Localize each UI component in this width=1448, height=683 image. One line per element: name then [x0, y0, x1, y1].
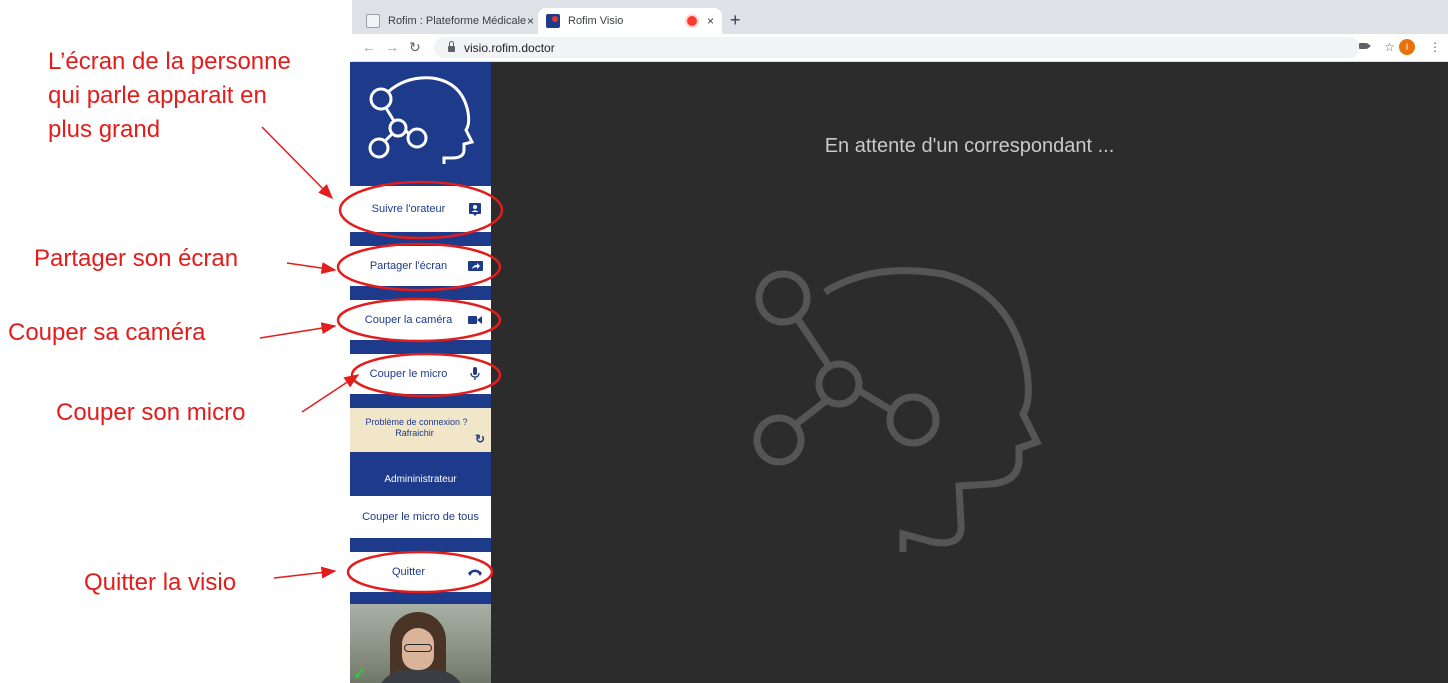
- lock-icon: [448, 41, 455, 52]
- admin-section-header: Admininistrateur: [350, 462, 491, 496]
- placeholder-head-logo: [753, 262, 1043, 552]
- sidebar: Suivre l'orateur Partager l'écran Couper…: [350, 62, 491, 683]
- mute-micro-button[interactable]: Couper le micro: [350, 354, 491, 394]
- star-icon[interactable]: ☆: [1384, 40, 1395, 54]
- tab-strip: Rofim : Plateforme Médicale, T × Rofim V…: [352, 0, 1448, 34]
- follow-speaker-button[interactable]: Suivre l'orateur: [350, 186, 491, 232]
- annotation-camera: Couper sa caméra: [8, 319, 206, 346]
- mute-all-label: Couper le micro de tous: [362, 511, 479, 523]
- share-screen-label: Partager l'écran: [369, 260, 448, 272]
- mute-camera-label: Couper la caméra: [364, 314, 453, 326]
- quit-label: Quitter: [391, 566, 425, 578]
- annotation-speaker-line3: plus grand: [48, 116, 161, 143]
- connection-problem-text: Problème de connexion ?: [365, 417, 468, 427]
- page-favicon-icon: [366, 14, 380, 28]
- self-video-glasses: [404, 644, 432, 652]
- recording-indicator-icon: [686, 16, 697, 26]
- check-icon: ✓: [353, 666, 367, 683]
- refresh-icon: ↻: [474, 432, 485, 446]
- back-arrow-icon[interactable]: ←: [362, 39, 376, 55]
- rofim-favicon-icon: [546, 14, 560, 28]
- camera-icon[interactable]: [1359, 43, 1371, 49]
- arrow-share: [286, 262, 337, 274]
- share-screen-button[interactable]: Partager l'écran: [350, 246, 491, 286]
- videocam-icon: [467, 315, 483, 325]
- annotation-quit: Quitter la visio: [84, 569, 237, 596]
- hang-up-icon: [467, 568, 483, 576]
- refresh-label: Rafraichir: [395, 428, 434, 438]
- annotation-share: Partager son écran: [34, 245, 239, 272]
- mic-icon: [467, 367, 483, 381]
- annotation-speaker-line2: qui parle apparait en: [48, 82, 267, 109]
- mute-all-button[interactable]: Couper le micro de tous: [350, 496, 491, 538]
- rofim-head-logo: [350, 62, 491, 186]
- arrow-camera: [259, 322, 337, 339]
- address-bar[interactable]: visio.rofim.doctor: [434, 37, 1360, 58]
- profile-avatar[interactable]: I: [1399, 39, 1415, 55]
- browser-toolbar: ← → ↻ visio.rofim.doctor ☆ I ⋮: [352, 34, 1448, 62]
- screen-share-icon: [467, 260, 483, 272]
- waiting-message: En attente d'un correspondant ...: [824, 135, 1115, 157]
- browser-window: Rofim : Plateforme Médicale, T × Rofim V…: [352, 0, 1448, 62]
- mute-camera-button[interactable]: Couper la caméra: [350, 300, 491, 340]
- connection-problem-refresh[interactable]: Problème de connexion ? Rafraichir ↻: [350, 408, 491, 452]
- new-tab-button[interactable]: +: [730, 11, 741, 29]
- annotation-speaker: L’écran de la personne qui parle apparai…: [48, 45, 291, 147]
- tab-rofim-platform[interactable]: Rofim : Plateforme Médicale, T ×: [358, 8, 542, 34]
- head-logo-icon: [753, 267, 1042, 552]
- forward-arrow-icon[interactable]: →: [385, 39, 399, 55]
- reload-icon[interactable]: ↻: [409, 39, 421, 55]
- mute-micro-label: Couper le micro: [369, 368, 448, 380]
- admin-header-label: Admininistrateur: [384, 473, 457, 485]
- tab-title: Rofim Visio: [568, 15, 624, 27]
- arrow-quit: [273, 566, 337, 579]
- tab-rofim-visio[interactable]: Rofim Visio ×: [538, 8, 722, 34]
- url-text: visio.rofim.doctor: [464, 40, 555, 55]
- annotation-micro: Couper son micro: [56, 399, 246, 426]
- speaker-badge-icon: [467, 202, 483, 216]
- head-logo-icon: [368, 76, 475, 164]
- quit-button[interactable]: Quitter: [350, 552, 491, 592]
- annotation-speaker-line1: L’écran de la personne: [48, 48, 291, 75]
- self-video-preview: ✓: [350, 604, 491, 683]
- follow-speaker-label: Suivre l'orateur: [371, 203, 446, 215]
- tab-title: Rofim : Plateforme Médicale, T: [388, 15, 527, 27]
- video-stage: En attente d'un correspondant ...: [491, 62, 1448, 683]
- close-icon[interactable]: ×: [527, 14, 534, 28]
- close-icon[interactable]: ×: [707, 14, 714, 28]
- kebab-menu-icon[interactable]: ⋮: [1429, 40, 1441, 54]
